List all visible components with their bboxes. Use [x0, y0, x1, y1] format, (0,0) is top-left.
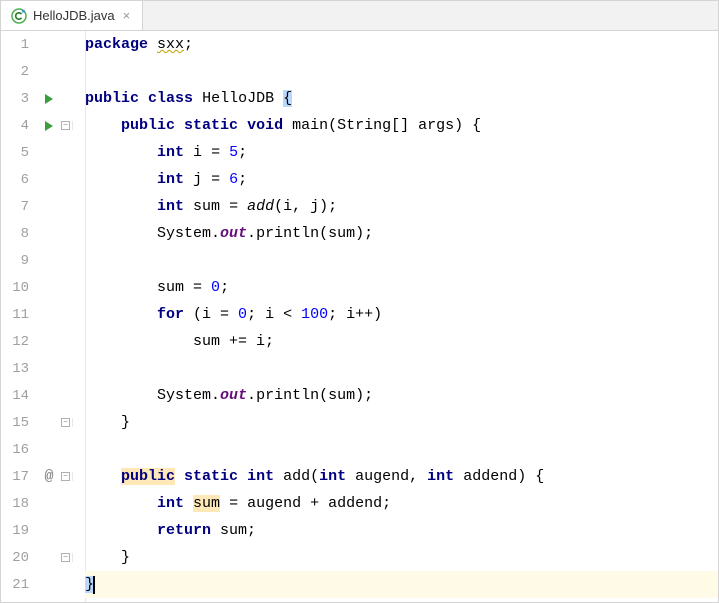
line-number: 6 [1, 172, 39, 188]
editor-body: 1 2 3 4 − 5 6 7 8 9 10 11 12 13 14 15 − 16… [1, 31, 718, 602]
file-tab[interactable]: HelloJDB.java × [1, 1, 143, 30]
line-number: 4 [1, 118, 39, 134]
fold-toggle-icon[interactable]: − [61, 472, 70, 481]
line-number: 3 [1, 91, 39, 107]
fold-toggle-icon[interactable]: − [61, 121, 70, 130]
code-line[interactable]: package sxx; [85, 31, 718, 58]
code-line[interactable]: int sum = augend + addend; [85, 490, 718, 517]
editor-container: HelloJDB.java × 1 2 3 4 − 5 6 7 8 9 10 11… [0, 0, 719, 603]
code-line[interactable]: sum += i; [85, 328, 718, 355]
tab-bar: HelloJDB.java × [1, 1, 718, 31]
line-number: 7 [1, 199, 39, 215]
line-number: 19 [1, 523, 39, 539]
code-line[interactable]: int i = 5; [85, 139, 718, 166]
code-line[interactable] [85, 436, 718, 463]
code-line[interactable]: sum = 0; [85, 274, 718, 301]
line-number: 2 [1, 64, 39, 80]
code-line[interactable]: public static int add(int augend, int ad… [85, 463, 718, 490]
line-number: 17 [1, 469, 39, 485]
line-number: 18 [1, 496, 39, 512]
tab-filename: HelloJDB.java [33, 8, 115, 23]
line-number: 15 [1, 415, 39, 431]
line-number: 8 [1, 226, 39, 242]
line-number: 5 [1, 145, 39, 161]
override-gutter-icon[interactable]: @ [39, 468, 59, 485]
code-line[interactable] [85, 247, 718, 274]
code-line[interactable]: int j = 6; [85, 166, 718, 193]
java-class-icon [11, 8, 27, 24]
line-number: 21 [1, 577, 39, 593]
code-line[interactable]: } [85, 409, 718, 436]
caret [93, 576, 95, 594]
line-number: 20 [1, 550, 39, 566]
gutter: 1 2 3 4 − 5 6 7 8 9 10 11 12 13 14 15 − 16… [1, 31, 73, 602]
code-line[interactable]: return sum; [85, 517, 718, 544]
run-gutter-icon[interactable] [39, 121, 59, 131]
fold-toggle-icon[interactable]: − [61, 553, 70, 562]
line-number: 10 [1, 280, 39, 296]
line-number: 12 [1, 334, 39, 350]
code-line[interactable]: int sum = add(i, j); [85, 193, 718, 220]
line-number: 14 [1, 388, 39, 404]
code-line[interactable] [85, 355, 718, 382]
run-gutter-icon[interactable] [39, 94, 59, 104]
line-number: 1 [1, 37, 39, 53]
code-line[interactable]: public class HelloJDB { [85, 85, 718, 112]
code-line[interactable]: } [85, 544, 718, 571]
code-area[interactable]: package sxx; public class HelloJDB { pub… [73, 31, 718, 602]
line-number: 11 [1, 307, 39, 323]
code-line[interactable]: public static void main(String[] args) { [85, 112, 718, 139]
code-line[interactable]: System.out.println(sum); [85, 382, 718, 409]
code-line[interactable] [85, 58, 718, 85]
code-line[interactable]: for (i = 0; i < 100; i++) [85, 301, 718, 328]
line-number: 13 [1, 361, 39, 377]
fold-toggle-icon[interactable]: − [61, 418, 70, 427]
line-number: 16 [1, 442, 39, 458]
code-line-current[interactable]: } [85, 571, 718, 598]
code-line[interactable]: System.out.println(sum); [85, 220, 718, 247]
line-number: 9 [1, 253, 39, 269]
tab-close-icon[interactable]: × [121, 8, 133, 23]
